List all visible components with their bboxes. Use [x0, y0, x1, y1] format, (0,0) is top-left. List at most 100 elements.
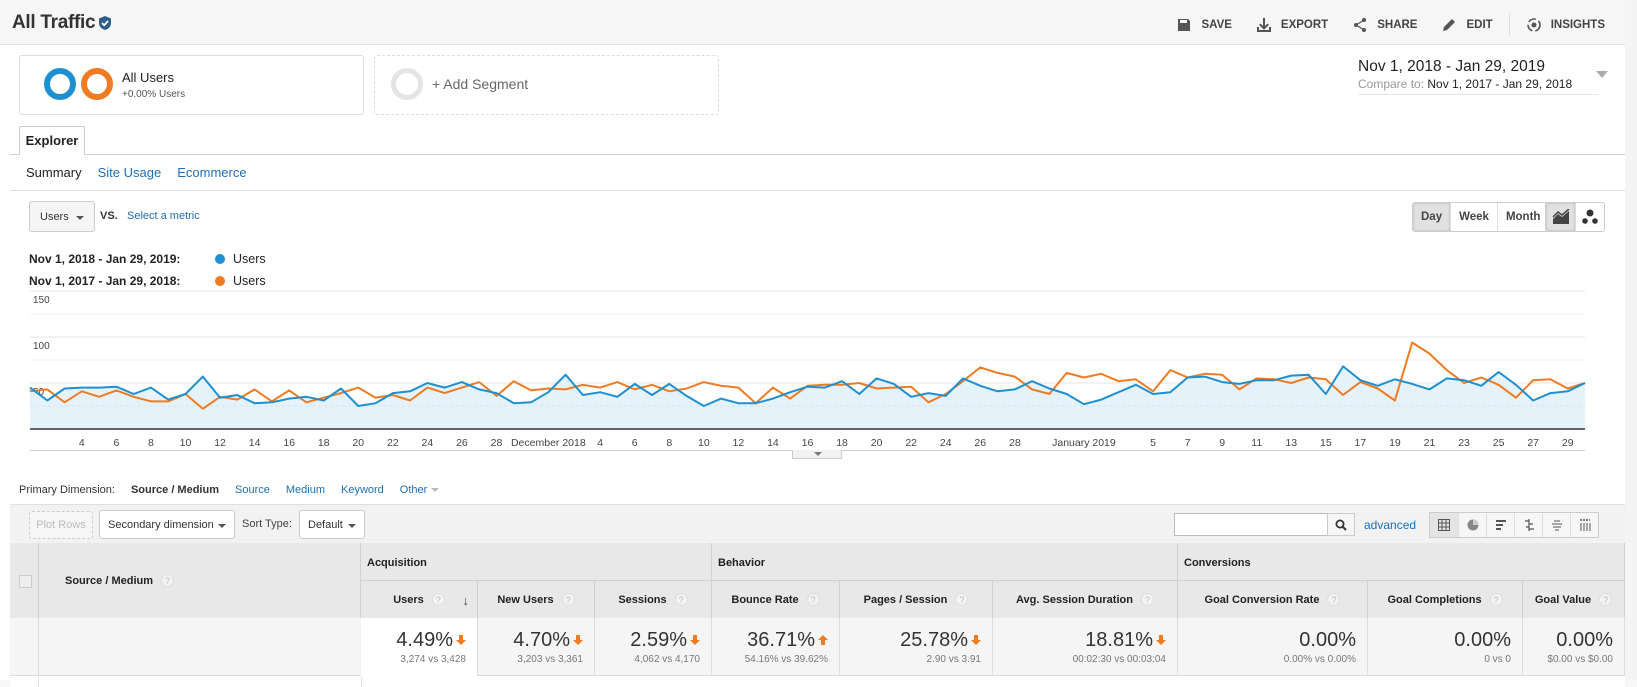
x-tick-label: 26: [456, 437, 468, 449]
help-icon[interactable]: ?: [561, 593, 575, 606]
pie-view-button[interactable]: [1458, 513, 1486, 537]
help-icon[interactable]: ?: [1489, 593, 1503, 606]
totals-row: 4.49% 3,274 vs 3,428 4.70% 3,203 vs 3,361 2.…: [10, 618, 1625, 676]
select-metric-link[interactable]: Select a metric: [127, 210, 200, 222]
x-tick-label: 6: [632, 437, 638, 449]
total-cell: 36.71% 54.16% vs 39.62%: [712, 618, 840, 676]
x-tick-label: 28: [1009, 437, 1021, 449]
search-button[interactable]: [1327, 513, 1355, 536]
help-icon[interactable]: ?: [161, 574, 175, 587]
column-header[interactable]: Bounce Rate?: [712, 581, 840, 618]
change-percent: 25.78%: [900, 629, 968, 651]
total-compare-values: 3,274 vs 3,428: [400, 654, 466, 665]
column-header[interactable]: Goal Conversion Rate?: [1178, 581, 1368, 618]
x-tick-label: 18: [836, 437, 848, 449]
column-header[interactable]: Pages / Session?: [840, 581, 993, 618]
group-header-conversions: Conversions: [1178, 543, 1625, 581]
change-percent: 4.70%: [513, 629, 570, 651]
select-all-checkbox[interactable]: [19, 575, 32, 588]
help-icon[interactable]: ?: [955, 593, 969, 606]
add-segment-button[interactable]: + Add Segment: [374, 55, 719, 115]
advanced-filter-link[interactable]: advanced: [1364, 518, 1416, 532]
report-actions: SAVE EXPORT SHARE EDIT INSIGHTS: [1152, 14, 1605, 36]
x-tick-label: 27: [1527, 437, 1539, 449]
x-tick-label: 26: [974, 437, 986, 449]
change-percent: 2.59%: [630, 629, 687, 651]
y-tick-label: 150: [33, 295, 50, 306]
share-button[interactable]: SHARE: [1352, 17, 1417, 33]
column-header-label: Goal Completions: [1387, 593, 1482, 606]
help-icon[interactable]: ?: [806, 593, 820, 606]
primary-dimension-source[interactable]: Source: [235, 484, 270, 496]
column-header[interactable]: New Users?: [478, 581, 595, 618]
save-label: SAVE: [1201, 19, 1232, 31]
export-button[interactable]: EXPORT: [1256, 17, 1328, 33]
column-header[interactable]: Users? ↓: [361, 581, 478, 618]
legend-date: Nov 1, 2018 - Jan 29, 2019:: [29, 252, 181, 266]
metric-selector[interactable]: Users: [29, 201, 95, 232]
motion-chart-button[interactable]: [1575, 203, 1604, 231]
x-tick-label: 10: [180, 437, 192, 449]
total-cell: 0.00% 0.00% vs 0.00%: [1178, 618, 1368, 676]
line-chart-button[interactable]: [1546, 203, 1575, 231]
chevron-down-icon: [76, 216, 84, 220]
granularity-month-button[interactable]: Month: [1496, 203, 1548, 231]
granularity-day-button[interactable]: Day: [1413, 203, 1451, 231]
x-tick-label: 11: [1251, 437, 1262, 449]
save-button[interactable]: SAVE: [1176, 17, 1232, 33]
secondary-dimension-dropdown[interactable]: Secondary dimension: [99, 510, 235, 539]
page: All Traffic SAVE EXPORT SHARE EDIT INSIG…: [0, 0, 1625, 687]
column-header-label: Goal Conversion Rate: [1204, 593, 1320, 606]
help-icon[interactable]: ?: [431, 593, 445, 606]
legend-metric: Users: [233, 252, 266, 266]
insights-button[interactable]: INSIGHTS: [1526, 17, 1605, 33]
column-divider: [38, 677, 39, 687]
page-title: All Traffic: [12, 12, 96, 33]
x-tick-label: January 2019: [1052, 437, 1116, 449]
pivot-view-button[interactable]: [1570, 513, 1598, 537]
granularity-toggle: Day Week Month: [1412, 202, 1550, 232]
dimension-header-cell: Source / Medium?: [10, 543, 361, 618]
column-header[interactable]: Avg. Session Duration?: [993, 581, 1178, 618]
segment-all-users[interactable]: All Users +0.00% Users: [19, 55, 364, 115]
pivot-icon: [1579, 519, 1590, 531]
date-range-picker[interactable]: Nov 1, 2018 - Jan 29, 2019 Compare to: N…: [1358, 58, 1598, 95]
tab-explorer[interactable]: Explorer: [19, 126, 85, 155]
date-range-dropdown-icon[interactable]: [1596, 71, 1608, 78]
plot-rows-button[interactable]: Plot Rows: [29, 511, 93, 539]
collapse-chart-handle[interactable]: [792, 450, 842, 459]
primary-dimension-other[interactable]: Other: [400, 484, 440, 496]
edit-button[interactable]: EDIT: [1441, 17, 1493, 33]
help-icon[interactable]: ?: [674, 593, 688, 606]
granularity-week-button[interactable]: Week: [1450, 203, 1497, 231]
search-icon: [1335, 519, 1347, 531]
primary-dimension-medium[interactable]: Medium: [286, 484, 325, 496]
next-row: [10, 677, 1625, 687]
column-header[interactable]: Sessions?: [595, 581, 712, 618]
sort-descending-icon[interactable]: ↓: [463, 593, 470, 608]
sort-type-dropdown[interactable]: Default: [299, 510, 365, 539]
share-icon: [1354, 18, 1367, 32]
dimension-header[interactable]: Source / Medium?: [65, 574, 175, 587]
primary-dimension-keyword[interactable]: Keyword: [341, 484, 384, 496]
comparison-view-button[interactable]: [1514, 513, 1542, 537]
subtab-ecommerce[interactable]: Ecommerce: [177, 165, 246, 180]
help-icon[interactable]: ?: [1327, 593, 1341, 606]
subtab-site-usage[interactable]: Site Usage: [98, 165, 162, 180]
performance-view-button[interactable]: [1486, 513, 1514, 537]
total-change-value: 4.70%: [478, 629, 583, 652]
column-header[interactable]: Goal Completions?: [1368, 581, 1523, 618]
subtab-summary[interactable]: Summary: [26, 165, 82, 180]
help-icon[interactable]: ?: [1599, 593, 1613, 606]
column-header-label: Users: [393, 593, 424, 606]
data-table-view-button[interactable]: [1430, 513, 1458, 537]
x-tick-label: 8: [666, 437, 672, 449]
column-header-label: Goal Value: [1534, 593, 1592, 606]
compare-label: Compare to:: [1358, 77, 1425, 91]
column-header-label: Sessions: [618, 593, 667, 606]
term-cloud-view-button[interactable]: [1542, 513, 1570, 537]
x-tick-label: 14: [249, 437, 261, 449]
help-icon[interactable]: ?: [1140, 593, 1154, 606]
column-header[interactable]: Goal Value?: [1523, 581, 1625, 618]
total-compare-values: 54.16% vs 39.62%: [744, 654, 828, 665]
